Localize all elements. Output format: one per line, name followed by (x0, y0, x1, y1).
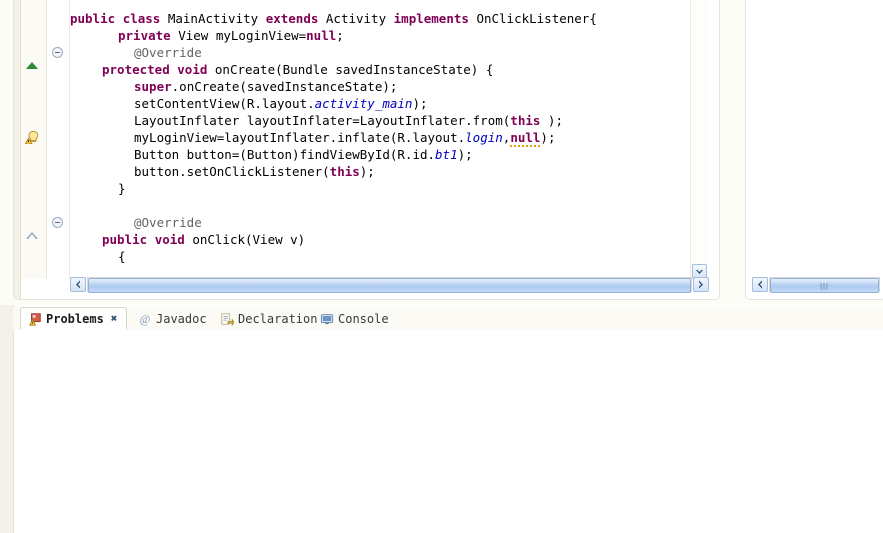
code-token: @Override (134, 215, 202, 230)
code-token: null (306, 28, 337, 43)
code-token: { (118, 249, 126, 264)
editor-code-area[interactable]: public class MainActivity extends Activi… (70, 0, 719, 279)
declaration-icon (220, 312, 235, 326)
code-token: View myLoginView= (178, 28, 307, 43)
code-line[interactable]: super.onCreate(savedInstanceState); (134, 78, 397, 95)
tab-label: Problems (46, 311, 104, 326)
code-token: ); (457, 147, 473, 162)
tab-console[interactable]: Console (313, 307, 395, 330)
scroll-left-arrow-icon[interactable] (70, 277, 86, 292)
code-token: button.setOnClickListener( (134, 164, 330, 179)
code-token: from (472, 113, 503, 128)
code-line[interactable]: button.setOnClickListener(this); (134, 163, 375, 180)
code-token: ); (540, 130, 556, 145)
problems-view: Problems✖@JavadocDeclarationConsole 0 er… (0, 305, 883, 533)
code-token: OnClickListener{ (476, 11, 597, 26)
code-token: login (465, 130, 503, 145)
code-token: Button button=(Button)findViewById(R.id. (134, 147, 436, 162)
code-token: ); (540, 113, 563, 128)
code-token: ; (336, 28, 344, 43)
tab-javadoc[interactable]: @ Javadoc (131, 307, 215, 330)
code-token: onCreate(Bundle savedInstanceState) { (214, 62, 494, 77)
code-token: null (510, 130, 541, 147)
code-token: activity_main (314, 96, 413, 111)
right-panel-horizontal-scrollbar[interactable] (752, 277, 880, 293)
code-token: Activity (325, 11, 394, 26)
tab-close-icon[interactable]: ✖ (111, 312, 118, 325)
code-token: void (154, 232, 193, 247)
tab-label: Console (338, 311, 389, 326)
code-token: } (118, 181, 126, 196)
scroll-thumb-grip-icon (820, 283, 829, 290)
code-token: implements (393, 11, 477, 26)
right-side-view-panel (745, 0, 883, 300)
code-token: super (134, 79, 172, 94)
code-token: public (102, 232, 155, 247)
code-token: setContentView(R.layout. (134, 96, 315, 111)
code-token: ); (412, 96, 428, 111)
editor-left-edge (14, 0, 21, 299)
code-line[interactable]: @Override (134, 214, 202, 231)
code-token: .onCreate(savedInstanceState); (171, 79, 398, 94)
tab-label: Javadoc (156, 311, 207, 326)
code-token: class (122, 11, 168, 26)
code-token: @Override (134, 45, 202, 60)
code-token: myLoginView=layoutInflater.inflate(R.lay… (134, 130, 466, 145)
editor-folding-ruler[interactable] (47, 0, 70, 279)
code-token: void (177, 62, 215, 77)
right-h-scroll-thumb[interactable] (770, 278, 879, 293)
fold-collapse-icon[interactable] (52, 217, 63, 228)
warning-bulb-icon[interactable] (24, 130, 39, 145)
code-token: MainActivity (167, 11, 266, 26)
problems-view-left-edge (0, 305, 14, 533)
overview-arrow-up-outline-icon[interactable] (26, 232, 38, 239)
code-line[interactable]: Button button=(Button)findViewById(R.id.… (134, 146, 473, 163)
right-scroll-left-arrow-icon[interactable] (752, 277, 768, 292)
code-line[interactable]: LayoutInflater layoutInflater=LayoutInfl… (134, 112, 563, 129)
eclipse-ide-window: public class MainActivity extends Activi… (0, 0, 883, 533)
code-token: protected (102, 62, 178, 77)
code-line[interactable]: @Override (134, 44, 202, 61)
code-token: this (510, 113, 541, 128)
code-line[interactable]: protected void onCreate(Bundle savedInst… (102, 61, 493, 78)
tab-label: Declaration (238, 311, 318, 326)
overview-arrow-up-green-icon[interactable] (26, 62, 38, 69)
code-line[interactable]: private View myLoginView=null; (118, 27, 344, 44)
code-token: LayoutInflater layoutInflater=LayoutInfl… (134, 113, 473, 128)
code-line[interactable]: myLoginView=layoutInflater.inflate(R.lay… (134, 129, 556, 147)
svg-text:@: @ (140, 313, 150, 325)
code-token: bt1 (435, 147, 458, 162)
editor-vertical-scrollbar[interactable] (690, 0, 707, 279)
editor-marker-ruler[interactable] (21, 0, 47, 279)
java-editor-panel: public class MainActivity extends Activi… (13, 0, 720, 300)
code-token: ); (359, 164, 375, 179)
tab-declaration[interactable]: Declaration (213, 307, 318, 330)
problems-icon (28, 312, 42, 326)
javadoc-icon: @ (138, 312, 152, 326)
fold-collapse-icon[interactable] (52, 47, 63, 58)
code-token: extends (265, 11, 326, 26)
code-token: onClick(View v) (192, 232, 306, 247)
h-scroll-thumb[interactable] (88, 278, 691, 293)
code-token: private (118, 28, 179, 43)
code-token: public (70, 11, 123, 26)
right-h-scroll-track[interactable] (769, 277, 880, 293)
editor-horizontal-scrollbar[interactable] (70, 277, 709, 293)
view-tab-bar: Problems ✖ @ Javadoc Declaration Console (13, 307, 883, 330)
code-line[interactable]: setContentView(R.layout.activity_main); (134, 95, 428, 112)
code-token: this (329, 164, 360, 179)
code-line[interactable]: public class MainActivity extends Activi… (70, 10, 597, 27)
h-scroll-track[interactable] (87, 277, 692, 293)
code-line[interactable]: public void onClick(View v) (102, 231, 305, 248)
code-line[interactable]: } (118, 180, 126, 197)
tab-problems[interactable]: Problems ✖ (20, 307, 127, 330)
console-icon (320, 312, 334, 326)
code-line[interactable]: { (118, 248, 126, 265)
scroll-right-arrow-icon[interactable] (693, 277, 709, 292)
